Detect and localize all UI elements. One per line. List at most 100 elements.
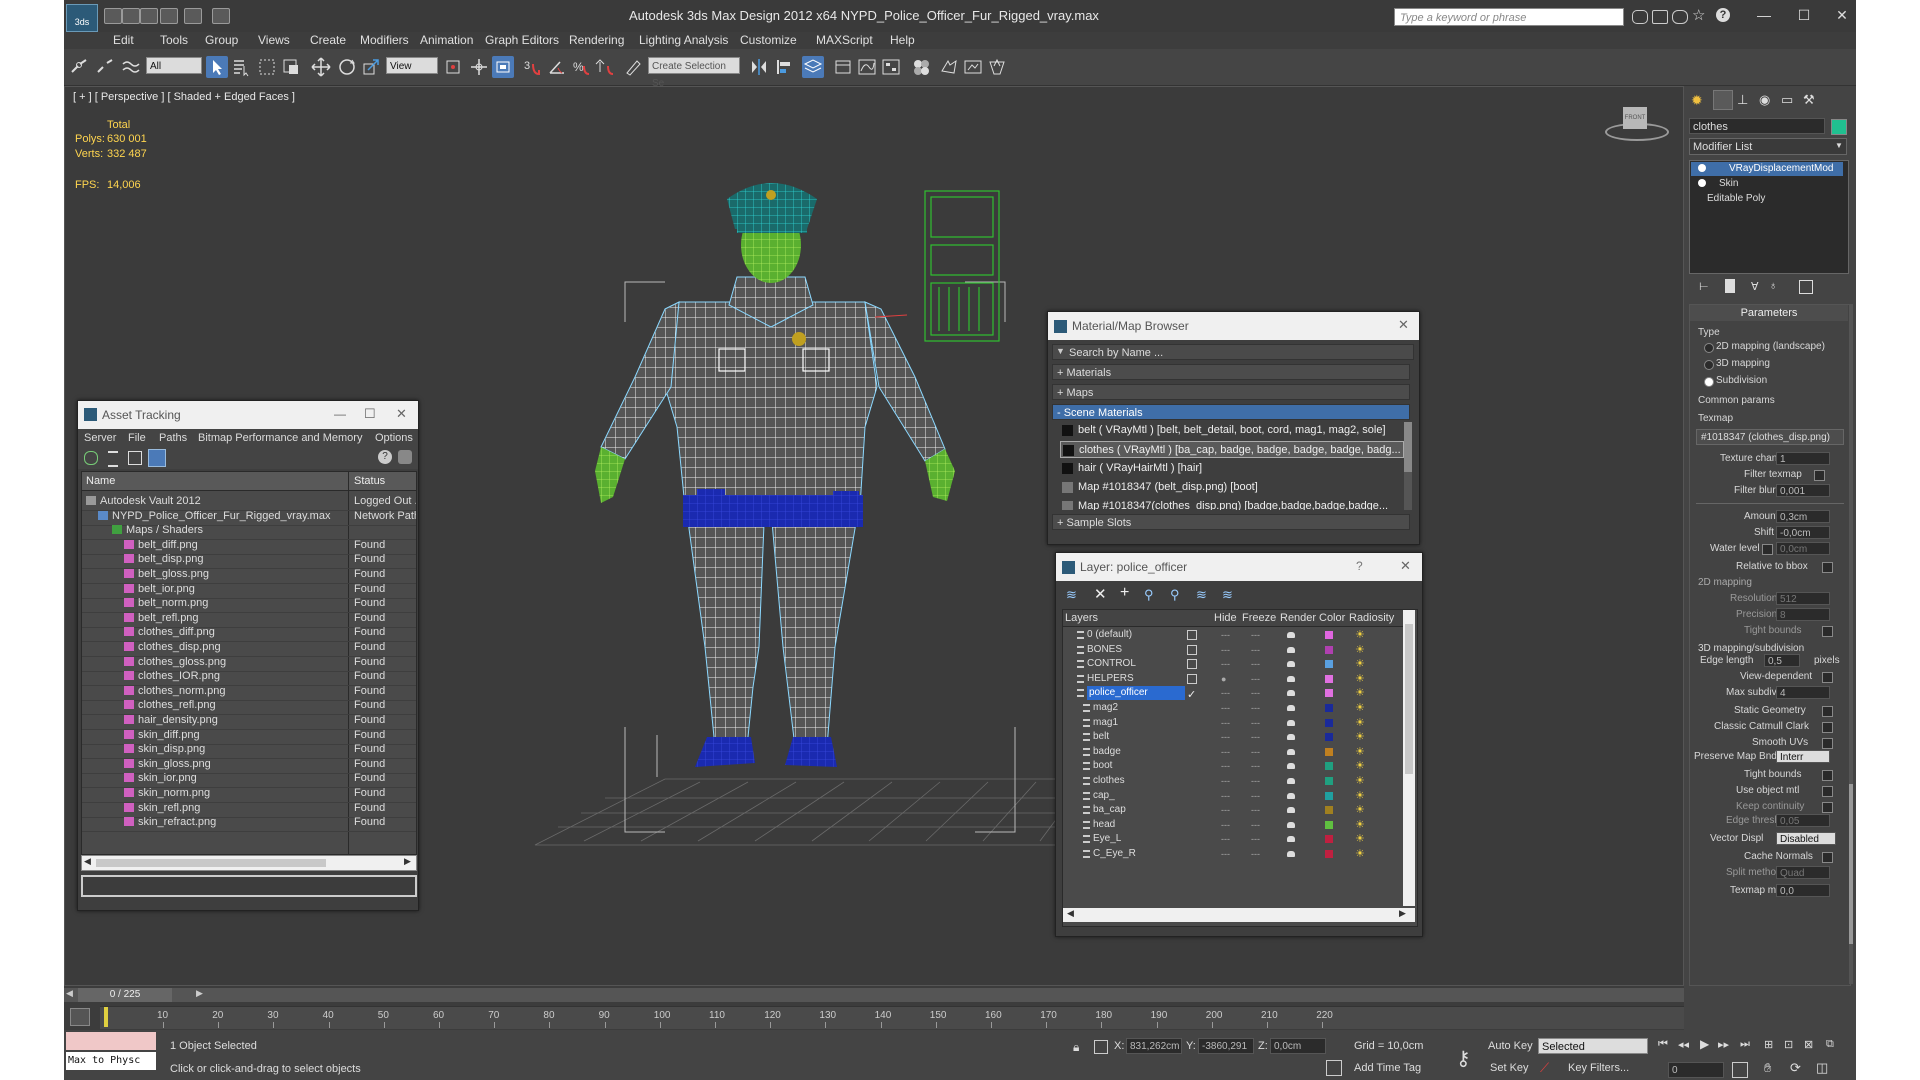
hide-lightbulb-icon[interactable]: ● <box>1221 672 1226 686</box>
layer-color-swatch[interactable] <box>1325 762 1333 771</box>
radiosity-sun-icon[interactable]: ☀ <box>1355 818 1365 832</box>
render-setup-icon[interactable] <box>938 56 960 78</box>
create-layer-icon[interactable]: ≋ <box>1066 587 1077 603</box>
select-and-move-icon[interactable] <box>310 56 332 78</box>
layer-row[interactable]: boot --- --- ☀ <box>1063 759 1403 773</box>
add-time-tag[interactable]: Add Time Tag <box>1354 1062 1421 1074</box>
set-current-layer-box[interactable] <box>1187 644 1197 655</box>
stack-item-editable-poly[interactable]: Editable Poly <box>1691 192 1843 206</box>
angle-snap-icon[interactable] <box>546 56 568 78</box>
scene-material-item[interactable]: Map #1018347 (belt_disp.png) [boot] <box>1060 479 1404 496</box>
split-method-dropdown[interactable]: Quad <box>1776 866 1830 879</box>
layer-color-swatch[interactable] <box>1325 850 1333 858</box>
freeze-toggle[interactable]: --- <box>1251 789 1260 803</box>
bulb-icon-skin[interactable] <box>1698 179 1706 187</box>
hide-toggle[interactable]: --- <box>1221 832 1230 846</box>
layer-color-swatch[interactable] <box>1325 674 1333 683</box>
time-slider[interactable]: ◀ 0 / 225 ▶ <box>64 988 1684 1002</box>
render-teapot-icon[interactable] <box>1287 705 1295 711</box>
freeze-toggle[interactable]: --- <box>1251 759 1260 773</box>
view-dependent-checkbox[interactable] <box>1822 672 1833 683</box>
group-scene-materials[interactable]: - Scene Materials <box>1052 404 1410 420</box>
time-slider-next-icon[interactable]: ▶ <box>196 988 203 999</box>
freeze-toggle[interactable]: --- <box>1251 701 1260 715</box>
tight-bounds-checkbox[interactable] <box>1822 626 1833 637</box>
layer-color-swatch[interactable] <box>1325 806 1333 815</box>
radiosity-sun-icon[interactable]: ☀ <box>1355 701 1365 715</box>
render-teapot-icon[interactable] <box>1287 661 1295 668</box>
menu-help[interactable]: Help <box>890 33 915 47</box>
app-logo-icon[interactable]: 3ds <box>66 4 98 32</box>
asset-hscrollbar[interactable]: ◀ ▶ <box>81 855 417 871</box>
favorites-star-icon[interactable]: ☆ <box>1692 6 1705 24</box>
unlink-selection-icon[interactable] <box>94 56 116 78</box>
hide-toggle[interactable]: --- <box>1221 657 1230 671</box>
x-coordinate-field[interactable]: 831,262cm <box>1126 1038 1182 1054</box>
time-config-icon[interactable] <box>1732 1062 1748 1078</box>
layer-col-hide[interactable]: Hide <box>1214 612 1237 624</box>
render-teapot-icon[interactable] <box>1287 734 1295 741</box>
layer-manager-icon[interactable] <box>802 56 824 78</box>
spinner-snap-icon[interactable] <box>594 56 616 78</box>
hide-toggle[interactable]: --- <box>1221 803 1230 817</box>
select-and-rotate-icon[interactable] <box>336 56 358 78</box>
classic-catmull-checkbox[interactable] <box>1822 722 1833 733</box>
scene-material-item[interactable]: clothes ( VRayMtl ) [ba_cap, badge, badg… <box>1060 441 1404 458</box>
layer-color-swatch[interactable] <box>1325 747 1333 756</box>
set-key-icon[interactable]: ⚷ <box>1456 1046 1471 1071</box>
help-icon[interactable]: ? <box>1716 8 1730 22</box>
menu-group[interactable]: Group <box>205 33 238 47</box>
radiosity-sun-icon[interactable]: ☀ <box>1355 716 1365 730</box>
render-teapot-icon[interactable] <box>1287 719 1295 726</box>
align-icon[interactable] <box>774 56 796 78</box>
selection-filter-dropdown[interactable]: All <box>146 57 202 74</box>
material-browser-close-button[interactable]: ✕ <box>1398 317 1409 333</box>
set-current-layer-box[interactable] <box>1187 673 1197 684</box>
freeze-toggle[interactable]: --- <box>1251 643 1260 657</box>
bulb-icon-vray[interactable] <box>1698 164 1706 172</box>
layer-col-radiosity[interactable]: Radiosity <box>1349 612 1394 624</box>
subscription-icon[interactable] <box>1652 10 1668 24</box>
time-tag-icon[interactable] <box>1326 1060 1342 1076</box>
rendered-frame-window-icon[interactable] <box>962 56 984 78</box>
layer-row[interactable]: head --- --- ☀ <box>1063 818 1403 832</box>
close-button[interactable]: ✕ <box>1822 4 1856 26</box>
table-view-icon[interactable] <box>128 451 142 465</box>
layer-color-swatch[interactable] <box>1325 718 1333 727</box>
layer-hscrollbar[interactable]: ◀ ▶ <box>1063 908 1415 922</box>
freeze-toggle[interactable]: --- <box>1251 686 1260 700</box>
smooth-uvs-checkbox[interactable] <box>1822 738 1833 749</box>
next-frame-icon[interactable]: ▸▸ <box>1718 1038 1729 1051</box>
freeze-toggle[interactable]: --- <box>1251 716 1260 730</box>
layer-color-swatch[interactable] <box>1325 689 1333 698</box>
layer-row[interactable]: C_Eye_R --- --- ☀ <box>1063 847 1403 861</box>
precision-spinner[interactable]: 8 <box>1776 608 1830 621</box>
hide-toggle[interactable]: --- <box>1221 847 1230 861</box>
scroll-right-arrow-icon[interactable]: ▶ <box>404 856 411 867</box>
radiosity-sun-icon[interactable]: ☀ <box>1355 628 1365 642</box>
radiosity-sun-icon[interactable]: ☀ <box>1355 686 1365 700</box>
project-folder-icon[interactable] <box>212 8 230 24</box>
menu-maxscript[interactable]: MAXScript <box>816 33 873 47</box>
scroll-left-arrow-icon[interactable]: ◀ <box>84 856 91 867</box>
cache-normals-checkbox[interactable] <box>1822 852 1833 863</box>
show-end-result-icon[interactable] <box>1725 279 1735 293</box>
freeze-toggle[interactable]: --- <box>1251 745 1260 759</box>
max-subdivs-spinner[interactable]: 4 <box>1776 686 1830 699</box>
hide-toggle[interactable]: --- <box>1221 643 1230 657</box>
y-coordinate-field[interactable]: -3860,291 <box>1198 1038 1254 1054</box>
set-current-layer-box[interactable] <box>1187 659 1197 670</box>
layer-row[interactable]: belt --- --- ☀ <box>1063 730 1403 744</box>
layer-col-freeze[interactable]: Freeze <box>1242 612 1276 624</box>
asset-path-field[interactable] <box>81 875 417 897</box>
menu-graph-editors[interactable]: Graph Editors <box>485 33 559 47</box>
render-teapot-icon[interactable] <box>1287 646 1295 653</box>
layer-manager-window[interactable]: Layer: police_officer ? ✕ ≋ ✕ + ⚲ ⚲ ≋ ≋ … <box>1055 552 1423 937</box>
utilities-tab-icon[interactable]: ⚒ <box>1803 92 1815 108</box>
bind-to-space-warp-icon[interactable] <box>120 56 142 78</box>
layer-color-swatch[interactable] <box>1325 733 1333 742</box>
layer-row[interactable]: mag1 --- --- ☀ <box>1063 716 1403 730</box>
modify-tab-icon[interactable] <box>1713 90 1733 110</box>
goto-end-icon[interactable]: ⏭︎ <box>1740 1038 1750 1051</box>
named-selection-sets-dropdown[interactable]: Create Selection Se <box>648 57 740 89</box>
